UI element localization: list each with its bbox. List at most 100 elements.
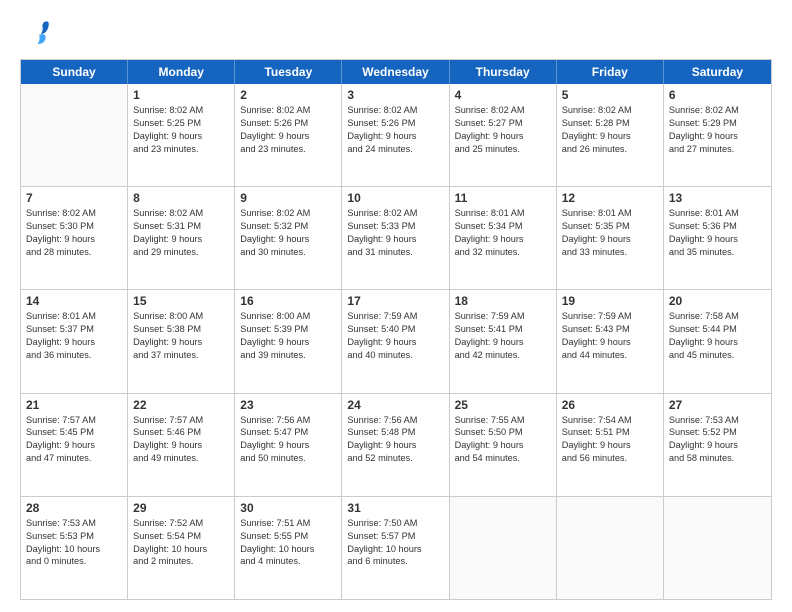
cell-line: Daylight: 9 hours	[669, 233, 766, 246]
cell-line: Daylight: 9 hours	[240, 130, 336, 143]
cell-line: and 37 minutes.	[133, 349, 229, 362]
cell-line: Sunset: 5:51 PM	[562, 426, 658, 439]
cell-line: and 30 minutes.	[240, 246, 336, 259]
cell-line: Sunrise: 8:02 AM	[240, 207, 336, 220]
cell-line: Sunset: 5:48 PM	[347, 426, 443, 439]
cell-line: and 25 minutes.	[455, 143, 551, 156]
cell-line: Sunset: 5:26 PM	[347, 117, 443, 130]
day-number: 11	[455, 191, 551, 205]
cell-line: Daylight: 9 hours	[669, 336, 766, 349]
calendar-week: 21Sunrise: 7:57 AMSunset: 5:45 PMDayligh…	[21, 394, 771, 497]
cell-line: Sunrise: 7:54 AM	[562, 414, 658, 427]
cell-line: Sunrise: 7:57 AM	[133, 414, 229, 427]
day-number: 18	[455, 294, 551, 308]
calendar-cell: 10Sunrise: 8:02 AMSunset: 5:33 PMDayligh…	[342, 187, 449, 289]
cell-line: Sunrise: 7:53 AM	[669, 414, 766, 427]
cell-line: Daylight: 9 hours	[26, 233, 122, 246]
cell-line: Sunset: 5:52 PM	[669, 426, 766, 439]
cell-line: and 29 minutes.	[133, 246, 229, 259]
cell-line: Sunset: 5:37 PM	[26, 323, 122, 336]
calendar-cell: 20Sunrise: 7:58 AMSunset: 5:44 PMDayligh…	[664, 290, 771, 392]
cell-line: and 26 minutes.	[562, 143, 658, 156]
day-number: 12	[562, 191, 658, 205]
day-number: 1	[133, 88, 229, 102]
cell-line: Daylight: 10 hours	[240, 543, 336, 556]
calendar-cell	[21, 84, 128, 186]
cell-line: and 40 minutes.	[347, 349, 443, 362]
cell-line: and 58 minutes.	[669, 452, 766, 465]
cell-line: Daylight: 9 hours	[669, 439, 766, 452]
cell-line: Daylight: 10 hours	[347, 543, 443, 556]
calendar-cell: 27Sunrise: 7:53 AMSunset: 5:52 PMDayligh…	[664, 394, 771, 496]
calendar-cell: 16Sunrise: 8:00 AMSunset: 5:39 PMDayligh…	[235, 290, 342, 392]
cell-line: Sunrise: 7:55 AM	[455, 414, 551, 427]
cell-line: Daylight: 9 hours	[562, 336, 658, 349]
day-number: 4	[455, 88, 551, 102]
cell-line: Daylight: 9 hours	[347, 336, 443, 349]
cell-line: Sunrise: 8:01 AM	[26, 310, 122, 323]
day-number: 7	[26, 191, 122, 205]
day-number: 29	[133, 501, 229, 515]
calendar-cell: 31Sunrise: 7:50 AMSunset: 5:57 PMDayligh…	[342, 497, 449, 599]
cell-line: Sunrise: 8:00 AM	[133, 310, 229, 323]
cell-line: Sunset: 5:26 PM	[240, 117, 336, 130]
calendar-cell: 8Sunrise: 8:02 AMSunset: 5:31 PMDaylight…	[128, 187, 235, 289]
cell-line: Sunset: 5:35 PM	[562, 220, 658, 233]
cell-line: Daylight: 9 hours	[133, 130, 229, 143]
cell-line: Sunrise: 8:02 AM	[26, 207, 122, 220]
cell-line: and 36 minutes.	[26, 349, 122, 362]
cell-line: Sunrise: 8:02 AM	[347, 104, 443, 117]
calendar-cell: 17Sunrise: 7:59 AMSunset: 5:40 PMDayligh…	[342, 290, 449, 392]
cell-line: and 0 minutes.	[26, 555, 122, 568]
cell-line: Sunset: 5:29 PM	[669, 117, 766, 130]
day-number: 25	[455, 398, 551, 412]
cell-line: Sunrise: 7:56 AM	[347, 414, 443, 427]
calendar-cell: 29Sunrise: 7:52 AMSunset: 5:54 PMDayligh…	[128, 497, 235, 599]
cell-line: and 44 minutes.	[562, 349, 658, 362]
calendar-cell: 3Sunrise: 8:02 AMSunset: 5:26 PMDaylight…	[342, 84, 449, 186]
page: SundayMondayTuesdayWednesdayThursdayFrid…	[0, 0, 792, 612]
cell-line: and 32 minutes.	[455, 246, 551, 259]
calendar-header-cell: Saturday	[664, 60, 771, 84]
cell-line: Sunset: 5:27 PM	[455, 117, 551, 130]
calendar-cell: 1Sunrise: 8:02 AMSunset: 5:25 PMDaylight…	[128, 84, 235, 186]
day-number: 28	[26, 501, 122, 515]
calendar-cell: 21Sunrise: 7:57 AMSunset: 5:45 PMDayligh…	[21, 394, 128, 496]
cell-line: Daylight: 10 hours	[26, 543, 122, 556]
cell-line: Daylight: 9 hours	[133, 336, 229, 349]
cell-line: and 24 minutes.	[347, 143, 443, 156]
calendar-week: 1Sunrise: 8:02 AMSunset: 5:25 PMDaylight…	[21, 84, 771, 187]
cell-line: and 4 minutes.	[240, 555, 336, 568]
cell-line: Daylight: 9 hours	[133, 439, 229, 452]
cell-line: Daylight: 9 hours	[133, 233, 229, 246]
calendar-header-cell: Wednesday	[342, 60, 449, 84]
calendar: SundayMondayTuesdayWednesdayThursdayFrid…	[20, 59, 772, 600]
cell-line: Daylight: 9 hours	[562, 130, 658, 143]
cell-line: and 52 minutes.	[347, 452, 443, 465]
cell-line: Sunrise: 8:02 AM	[133, 104, 229, 117]
calendar-cell: 23Sunrise: 7:56 AMSunset: 5:47 PMDayligh…	[235, 394, 342, 496]
cell-line: Daylight: 9 hours	[455, 439, 551, 452]
cell-line: and 39 minutes.	[240, 349, 336, 362]
header	[20, 16, 772, 49]
day-number: 24	[347, 398, 443, 412]
cell-line: and 28 minutes.	[26, 246, 122, 259]
cell-line: and 47 minutes.	[26, 452, 122, 465]
day-number: 26	[562, 398, 658, 412]
cell-line: Sunrise: 8:02 AM	[240, 104, 336, 117]
calendar-cell	[557, 497, 664, 599]
cell-line: Sunrise: 8:02 AM	[669, 104, 766, 117]
calendar-cell: 6Sunrise: 8:02 AMSunset: 5:29 PMDaylight…	[664, 84, 771, 186]
calendar-week: 28Sunrise: 7:53 AMSunset: 5:53 PMDayligh…	[21, 497, 771, 599]
day-number: 13	[669, 191, 766, 205]
calendar-header-cell: Tuesday	[235, 60, 342, 84]
cell-line: and 42 minutes.	[455, 349, 551, 362]
day-number: 14	[26, 294, 122, 308]
cell-line: and 33 minutes.	[562, 246, 658, 259]
cell-line: Sunrise: 8:02 AM	[133, 207, 229, 220]
day-number: 10	[347, 191, 443, 205]
cell-line: Daylight: 9 hours	[562, 233, 658, 246]
calendar-cell: 28Sunrise: 7:53 AMSunset: 5:53 PMDayligh…	[21, 497, 128, 599]
cell-line: Sunset: 5:43 PM	[562, 323, 658, 336]
calendar-header-row: SundayMondayTuesdayWednesdayThursdayFrid…	[21, 60, 771, 84]
